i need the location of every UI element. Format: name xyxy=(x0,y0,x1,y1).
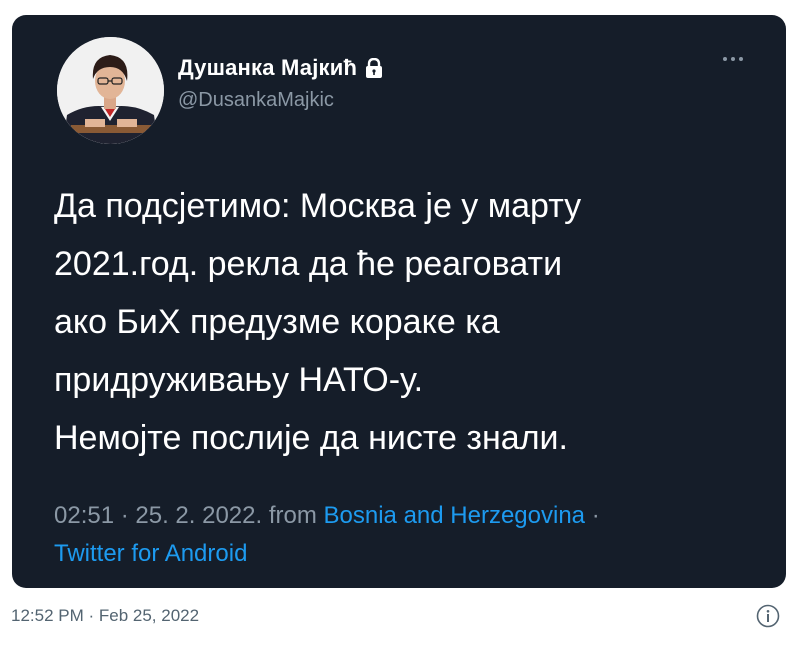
more-horizontal-icon[interactable] xyxy=(718,49,748,69)
tweet-text-line: 2021.год. рекла да ће реаговати xyxy=(54,245,563,283)
post-timestamp[interactable]: 12:52 PM · Feb 25, 2022 xyxy=(11,606,199,626)
meta-separator: · xyxy=(591,502,600,529)
from-label: from xyxy=(268,502,317,529)
tweet-card: Душанка Мајкић @DusankaMajkic Да подсјет… xyxy=(12,15,786,588)
avatar-image xyxy=(57,37,164,144)
author-name[interactable]: Душанка Мајкић xyxy=(178,55,357,81)
lock-icon xyxy=(365,57,383,78)
avatar[interactable] xyxy=(57,37,164,144)
author-row: Душанка Мајкић xyxy=(178,55,383,81)
tweet-text-line: ако БиХ предузме кораке ка xyxy=(54,303,500,341)
tweet-text-line: Немојте послије да нисте знали. xyxy=(54,419,568,457)
tweet-text: Да подсјетимо: Москва је у марту 2021.го… xyxy=(54,177,754,467)
location-link[interactable]: Bosnia and Herzegovina xyxy=(324,502,586,529)
tweet-text-line: придруживању НАТО-у. xyxy=(54,361,424,399)
tweet-meta: 02:51 · 25. 2. 2022. from Bosnia and Her… xyxy=(54,497,774,573)
info-icon[interactable] xyxy=(756,604,780,628)
tweet-text-line: Да подсјетимо: Москва је у марту xyxy=(54,187,582,225)
source-link[interactable]: Twitter for Android xyxy=(54,540,247,567)
author-handle[interactable]: @DusankaMajkic xyxy=(178,89,334,112)
tweet-timestamp[interactable]: 02:51 · 25. 2. 2022. xyxy=(54,502,262,529)
